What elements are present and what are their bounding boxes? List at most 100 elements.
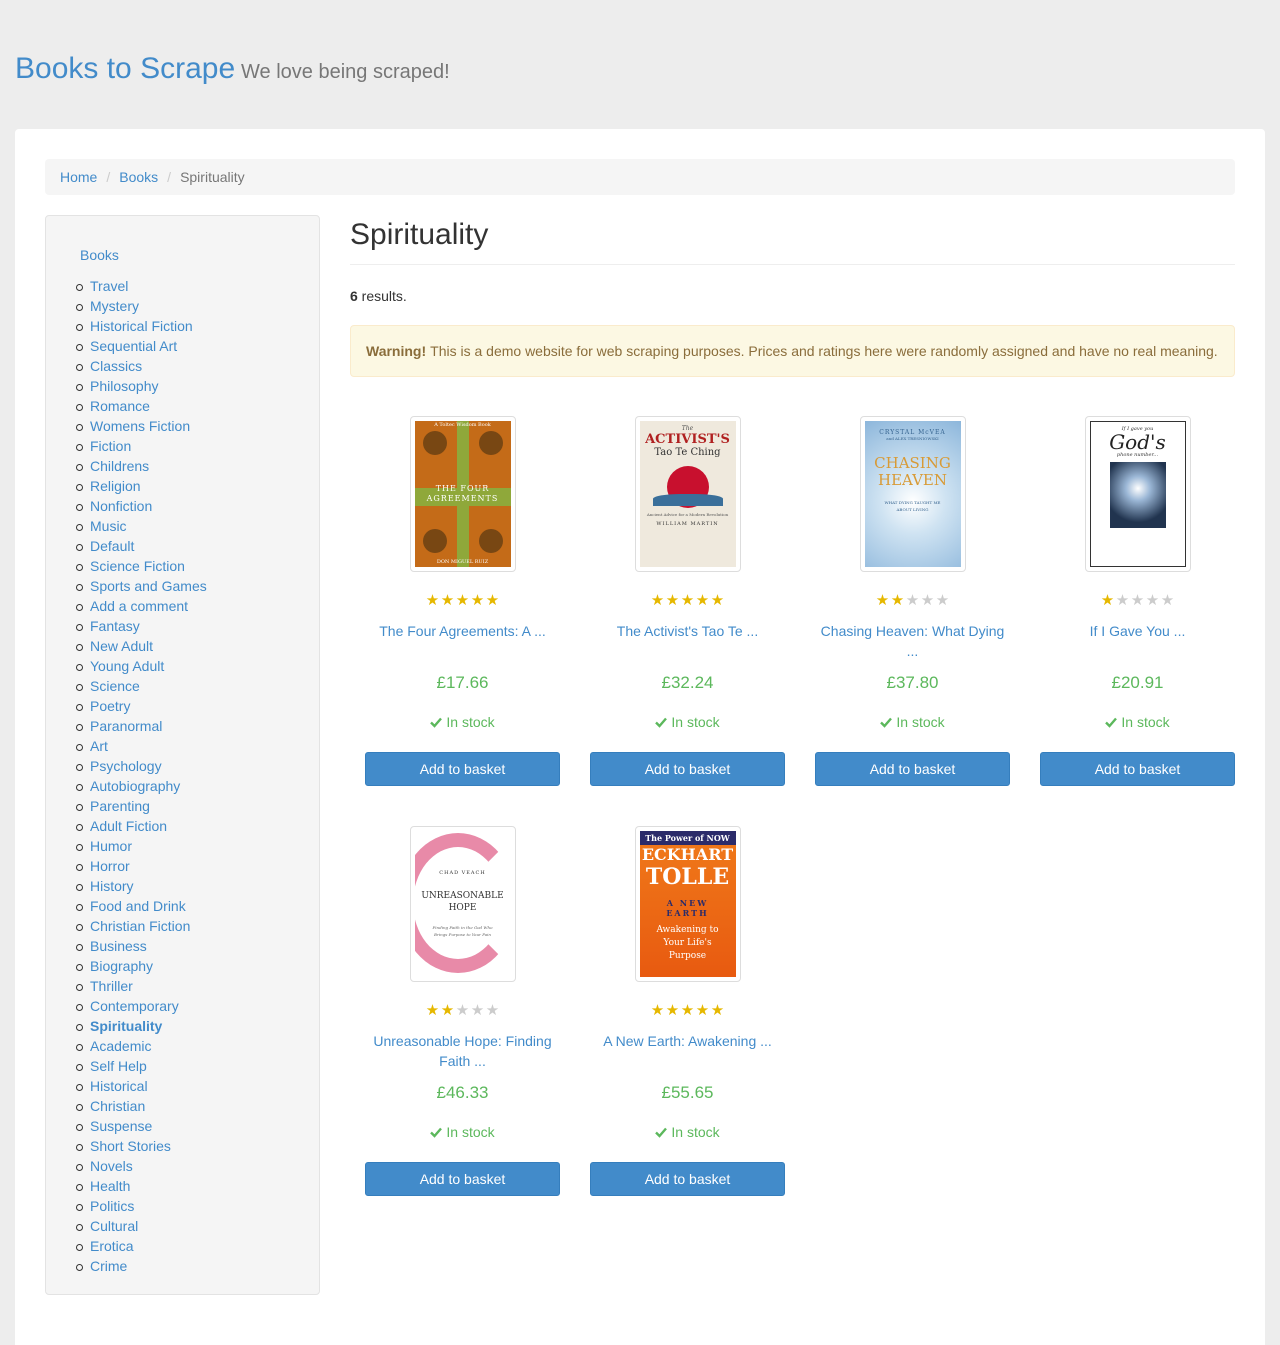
sidebar-item-label[interactable]: Contemporary: [90, 998, 179, 1014]
sidebar-item-label[interactable]: Horror: [90, 858, 130, 874]
sidebar-item-label[interactable]: Spirituality: [90, 1018, 162, 1034]
add-to-basket-button[interactable]: Add to basket: [590, 752, 785, 786]
add-to-basket-button[interactable]: Add to basket: [1040, 752, 1235, 786]
sidebar-item-label[interactable]: Science Fiction: [90, 558, 185, 574]
product-thumbnail[interactable]: CRYSTAL McVEA and ALEX TRESNIOWSKI CHASI…: [859, 416, 966, 572]
sidebar-item-label[interactable]: Crime: [90, 1258, 127, 1274]
sidebar-item-science[interactable]: Science: [76, 676, 207, 696]
sidebar-item-childrens[interactable]: Childrens: [76, 456, 207, 476]
sidebar-item-health[interactable]: Health: [76, 1176, 207, 1196]
sidebar-item-poetry[interactable]: Poetry: [76, 696, 207, 716]
sidebar-item-classics[interactable]: Classics: [76, 356, 207, 376]
sidebar-item-label[interactable]: Science: [90, 678, 140, 694]
add-to-basket-button[interactable]: Add to basket: [590, 1162, 785, 1196]
sidebar-item-self-help[interactable]: Self Help: [76, 1056, 207, 1076]
sidebar-item-christian[interactable]: Christian: [76, 1096, 207, 1116]
sidebar-item-label[interactable]: Historical Fiction: [90, 318, 193, 334]
sidebar-item-erotica[interactable]: Erotica: [76, 1236, 207, 1256]
sidebar-item-label[interactable]: Food and Drink: [90, 898, 186, 914]
sidebar-item-label[interactable]: Young Adult: [90, 658, 164, 674]
brand-link[interactable]: Books to Scrape: [15, 52, 235, 85]
sidebar-item-default[interactable]: Default: [76, 536, 207, 556]
sidebar-item-label[interactable]: Academic: [90, 1038, 151, 1054]
sidebar-item-label[interactable]: Add a comment: [90, 598, 188, 614]
sidebar-item-christian-fiction[interactable]: Christian Fiction: [76, 916, 207, 936]
sidebar-item-label[interactable]: Womens Fiction: [90, 418, 190, 434]
product-thumbnail[interactable]: A Toltec Wisdom Book THE FOUR AGREEMENTS…: [409, 416, 516, 572]
sidebar-item-novels[interactable]: Novels: [76, 1156, 207, 1176]
product-title-link[interactable]: The Four Agreements: A ...: [365, 621, 560, 641]
sidebar-item-fiction[interactable]: Fiction: [76, 436, 207, 456]
sidebar-item-label[interactable]: Default: [90, 538, 134, 554]
add-to-basket-button[interactable]: Add to basket: [815, 752, 1010, 786]
product-title-link[interactable]: Chasing Heaven: What Dying ...: [815, 621, 1010, 661]
product-title-link[interactable]: A New Earth: Awakening ...: [590, 1031, 785, 1051]
sidebar-item-label[interactable]: Fantasy: [90, 618, 140, 634]
sidebar-item-label[interactable]: History: [90, 878, 134, 894]
sidebar-item-label[interactable]: Childrens: [90, 458, 149, 474]
sidebar-item-label[interactable]: Religion: [90, 478, 141, 494]
sidebar-item-label[interactable]: Poetry: [90, 698, 130, 714]
sidebar-item-label[interactable]: Historical: [90, 1078, 148, 1094]
sidebar-item-label[interactable]: Autobiography: [90, 778, 180, 794]
sidebar-item-mystery[interactable]: Mystery: [76, 296, 207, 316]
product-thumbnail[interactable]: The ACTIVIST'S Tao Te Ching Ancient Advi…: [634, 416, 741, 572]
sidebar-item-art[interactable]: Art: [76, 736, 207, 756]
sidebar-item-business[interactable]: Business: [76, 936, 207, 956]
product-thumbnail[interactable]: CHAD VEACH UNREASONABLE HOPE Finding Fai…: [409, 826, 516, 982]
sidebar-item-label[interactable]: New Adult: [90, 638, 153, 654]
sidebar-item-label[interactable]: Self Help: [90, 1058, 147, 1074]
sidebar-item-label[interactable]: Music: [90, 518, 127, 534]
sidebar-item-crime[interactable]: Crime: [76, 1256, 207, 1276]
sidebar-item-label[interactable]: Paranormal: [90, 718, 162, 734]
sidebar-item-label[interactable]: Cultural: [90, 1218, 138, 1234]
sidebar-item-label[interactable]: Nonfiction: [90, 498, 152, 514]
sidebar-item-cultural[interactable]: Cultural: [76, 1216, 207, 1236]
sidebar-item-romance[interactable]: Romance: [76, 396, 207, 416]
sidebar-item-add-a-comment[interactable]: Add a comment: [76, 596, 207, 616]
sidebar-item-label[interactable]: Art: [90, 738, 108, 754]
sidebar-item-humor[interactable]: Humor: [76, 836, 207, 856]
sidebar-item-fantasy[interactable]: Fantasy: [76, 616, 207, 636]
sidebar-item-label[interactable]: Sequential Art: [90, 338, 177, 354]
product-thumbnail[interactable]: The Power of NOW ECKHART TOLLE A NEW EAR…: [634, 826, 741, 982]
sidebar-item-label[interactable]: Suspense: [90, 1118, 152, 1134]
add-to-basket-button[interactable]: Add to basket: [365, 1162, 560, 1196]
sidebar-item-young-adult[interactable]: Young Adult: [76, 656, 207, 676]
sidebar-item-label[interactable]: Psychology: [90, 758, 162, 774]
sidebar-item-nonfiction[interactable]: Nonfiction: [76, 496, 207, 516]
sidebar-item-label[interactable]: Short Stories: [90, 1138, 171, 1154]
sidebar-item-historical[interactable]: Historical: [76, 1076, 207, 1096]
sidebar-item-label[interactable]: Erotica: [90, 1238, 134, 1254]
sidebar-item-thriller[interactable]: Thriller: [76, 976, 207, 996]
sidebar-item-paranormal[interactable]: Paranormal: [76, 716, 207, 736]
sidebar-item-adult-fiction[interactable]: Adult Fiction: [76, 816, 207, 836]
sidebar-item-label[interactable]: Travel: [90, 278, 128, 294]
sidebar-item-label[interactable]: Christian: [90, 1098, 145, 1114]
sidebar-item-label[interactable]: Classics: [90, 358, 142, 374]
sidebar-item-label[interactable]: Christian Fiction: [90, 918, 190, 934]
breadcrumb-books[interactable]: Books: [119, 169, 158, 185]
sidebar-item-sequential-art[interactable]: Sequential Art: [76, 336, 207, 356]
sidebar-item-religion[interactable]: Religion: [76, 476, 207, 496]
sidebar-item-label[interactable]: Philosophy: [90, 378, 159, 394]
sidebar-item-suspense[interactable]: Suspense: [76, 1116, 207, 1136]
product-title-link[interactable]: Unreasonable Hope: Finding Faith ...: [365, 1031, 560, 1071]
sidebar-item-academic[interactable]: Academic: [76, 1036, 207, 1056]
sidebar-item-parenting[interactable]: Parenting: [76, 796, 207, 816]
sidebar-item-label[interactable]: Romance: [90, 398, 150, 414]
sidebar-item-spirituality[interactable]: Spirituality: [76, 1016, 207, 1036]
sidebar-item-philosophy[interactable]: Philosophy: [76, 376, 207, 396]
breadcrumb-home[interactable]: Home: [60, 169, 97, 185]
sidebar-item-horror[interactable]: Horror: [76, 856, 207, 876]
sidebar-item-psychology[interactable]: Psychology: [76, 756, 207, 776]
add-to-basket-button[interactable]: Add to basket: [365, 752, 560, 786]
sidebar-item-historical-fiction[interactable]: Historical Fiction: [76, 316, 207, 336]
sidebar-item-label[interactable]: Thriller: [90, 978, 133, 994]
sidebar-item-history[interactable]: History: [76, 876, 207, 896]
sidebar-item-label[interactable]: Novels: [90, 1158, 133, 1174]
sidebar-root-books[interactable]: Books: [80, 247, 119, 263]
sidebar-item-autobiography[interactable]: Autobiography: [76, 776, 207, 796]
sidebar-item-label[interactable]: Sports and Games: [90, 578, 207, 594]
sidebar-item-label[interactable]: Adult Fiction: [90, 818, 167, 834]
